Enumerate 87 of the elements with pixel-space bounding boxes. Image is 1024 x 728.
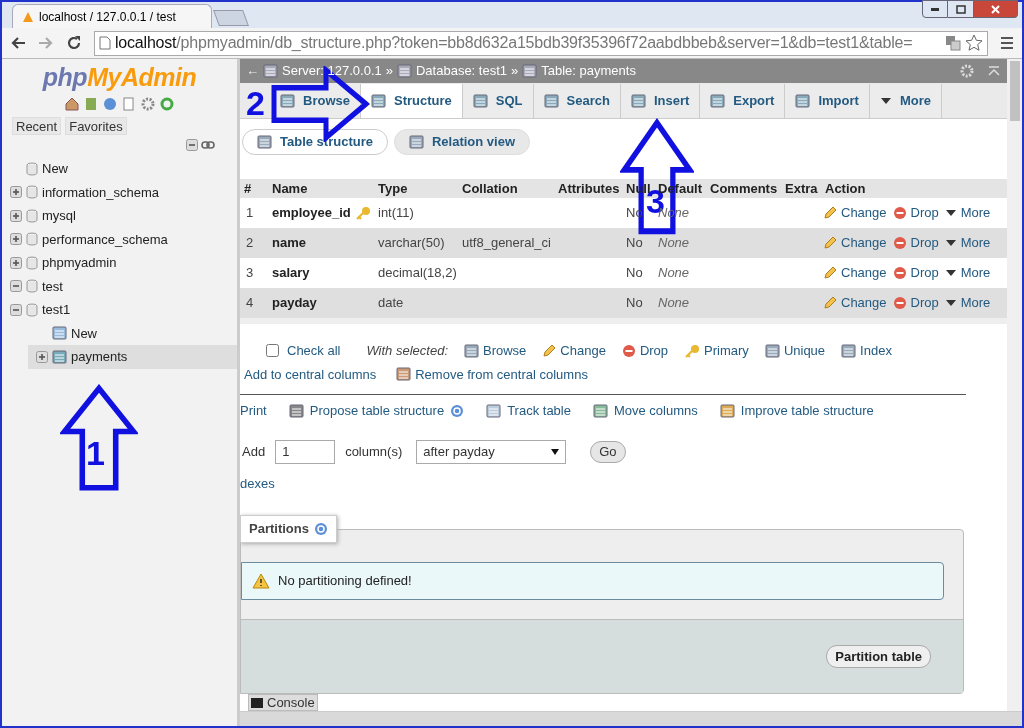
column-header: Comments <box>709 179 779 198</box>
action-link[interactable]: Change <box>823 263 887 283</box>
table-cell-text: None <box>657 264 691 283</box>
breadcrumb-link[interactable]: Database: test1 <box>415 61 508 81</box>
tree-item[interactable]: mysql <box>42 206 76 226</box>
table-cell-text: No <box>625 234 644 253</box>
table-cell-text: name <box>272 234 306 253</box>
tool-link[interactable]: Move columns <box>613 401 698 421</box>
browser-tab[interactable]: localhost / 127.0.0.1 / test <box>12 4 212 28</box>
breadcrumb-separator: » <box>385 62 393 81</box>
position-select[interactable]: after payday <box>416 439 567 464</box>
go-button[interactable]: Go <box>590 440 626 463</box>
columns-label: column(s) <box>345 442 403 461</box>
table-cell-text: No <box>625 264 644 283</box>
central-columns-link[interactable]: Remove from central columns <box>396 364 588 384</box>
bulk-action-link[interactable]: Index <box>841 341 892 361</box>
action-link[interactable]: Drop <box>892 233 939 253</box>
column-header: # <box>243 179 253 198</box>
action-link[interactable]: Drop <box>892 293 939 313</box>
central-columns-link[interactable]: Add to central columns <box>244 364 377 384</box>
table-cell-text: int(11) <box>377 204 415 223</box>
tree-item[interactable]: performance_schema <box>42 229 168 249</box>
column-header: Extra <box>784 179 819 198</box>
action-link[interactable]: Change <box>823 233 887 253</box>
tree-item[interactable]: test1 <box>42 300 71 320</box>
console-tab[interactable]: Console <box>248 694 318 711</box>
table-cell-text: employee_id <box>272 204 351 223</box>
breadcrumb-separator: » <box>511 62 519 81</box>
bulk-action-link[interactable]: Change <box>542 341 606 361</box>
tab[interactable]: Structure <box>360 84 463 118</box>
table-cell: utf8_general_ci <box>462 235 551 251</box>
add-label: Add <box>242 442 266 461</box>
bulk-action-link[interactable]: Browse <box>464 341 527 361</box>
sub-tab[interactable]: Table structure <box>242 129 388 155</box>
action-link[interactable]: More <box>944 233 991 253</box>
sidebar-tab[interactable]: Favorites <box>65 117 127 135</box>
indexes-link[interactable]: dexes <box>240 473 1007 493</box>
column-header: Action <box>824 179 867 198</box>
table-cell-text: date <box>377 294 405 313</box>
sub-tab[interactable]: Relation view <box>393 129 531 155</box>
table-cell-text: None <box>657 294 691 313</box>
table-cell-text: No <box>625 294 644 313</box>
table-cell-text: payday <box>272 294 317 313</box>
sidebar-tab[interactable]: Recent <box>12 117 62 135</box>
table-cell-text: decimal(18,2) <box>377 264 458 283</box>
tree-item[interactable]: New <box>71 323 97 343</box>
table-cell-text: 3 <box>245 264 255 283</box>
step-number: 2 <box>246 86 265 120</box>
action-link[interactable]: More <box>944 293 991 313</box>
action-link[interactable]: Change <box>823 293 887 313</box>
tree-item[interactable]: New <box>42 159 68 179</box>
tool-link[interactable]: Improve table structure <box>740 401 874 421</box>
table-cell-text: salary <box>272 264 310 283</box>
partitioning-message: No partitioning defined! <box>241 562 944 600</box>
action-link[interactable]: More <box>944 203 991 223</box>
tree-item[interactable]: information_schema <box>42 182 160 202</box>
table-cell-text: 4 <box>245 294 255 313</box>
logo[interactable]: phpMyAdmin <box>42 65 197 90</box>
column-header: Collation <box>461 179 519 198</box>
table-cell-text: 1 <box>245 204 255 223</box>
partitions-legend: Partitions <box>240 515 337 543</box>
tool-link[interactable]: Propose table structure <box>309 401 445 421</box>
column-header: Attributes <box>557 179 621 198</box>
table-cell-text: 2 <box>245 234 255 253</box>
column-count-field[interactable]: 1 <box>275 439 336 464</box>
tree-item[interactable]: phpmyadmin <box>42 253 117 273</box>
tree-item[interactable]: test <box>42 276 63 296</box>
breadcrumb-link[interactable]: Server: 127.0.0.1 <box>282 61 382 81</box>
action-link[interactable]: Drop <box>892 203 939 223</box>
breadcrumb-link[interactable]: Table: payments <box>541 61 636 81</box>
column-header: Name <box>271 179 309 198</box>
step-number: 1 <box>86 436 105 470</box>
table-cell-text: varchar(50) <box>377 234 446 253</box>
address-field[interactable]: localhost/phpmyadmin/db_structure.php?token=bb8d632a15bdb39f35396f72aabdbbeb&server=1&db=test1&table= <box>94 30 988 56</box>
bulk-action-link[interactable]: Primary <box>684 341 749 361</box>
bulk-action-link[interactable]: Drop <box>621 341 669 361</box>
column-header: Type <box>377 179 409 198</box>
action-link[interactable]: Change <box>823 203 887 223</box>
partition-table-button[interactable]: Partition table <box>826 645 931 668</box>
tool-link[interactable]: Print <box>240 401 267 421</box>
with-selected-label: With selected: <box>366 342 448 360</box>
action-link[interactable]: More <box>944 263 991 283</box>
tool-link[interactable]: Track table <box>507 401 571 421</box>
table-cell-text: None <box>657 234 691 253</box>
check-all-label[interactable]: Check all <box>287 341 341 361</box>
bulk-action-link[interactable]: Unique <box>764 341 826 361</box>
action-link[interactable]: Drop <box>892 263 939 283</box>
